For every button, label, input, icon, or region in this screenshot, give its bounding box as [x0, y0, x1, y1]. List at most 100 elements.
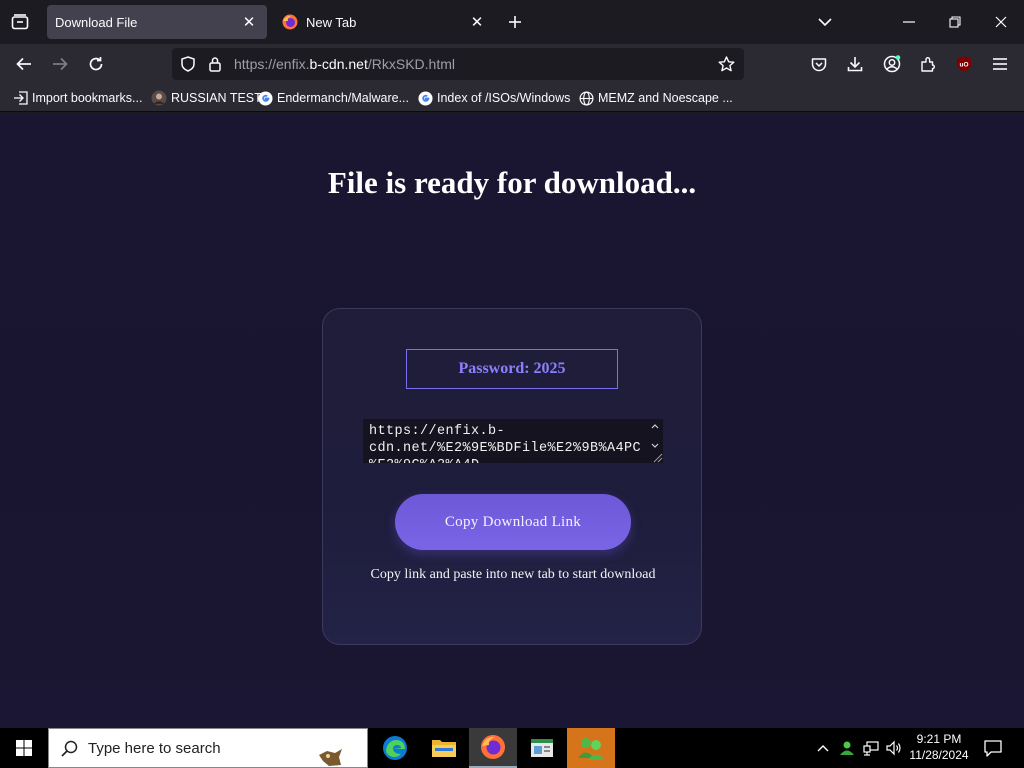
shield-icon[interactable] [180, 56, 196, 72]
navigation-bar: https://enfix.b-cdn.net/RkxSKD.html uO [0, 44, 1024, 84]
ublock-icon: uO [957, 56, 971, 72]
ublock-button[interactable]: uO [948, 48, 980, 80]
folder-icon [432, 740, 456, 757]
bookmark-label: Endermanch/Malware... [277, 91, 410, 105]
url-path: /RkxSKD.html [367, 56, 455, 72]
close-icon[interactable]: ✕ [465, 10, 489, 34]
svg-text:uO: uO [959, 62, 968, 69]
notifications-button[interactable] [976, 728, 1010, 768]
minimize-button[interactable] [886, 0, 932, 44]
google-icon [257, 90, 273, 106]
reload-button[interactable] [80, 48, 112, 80]
downloads-button[interactable] [839, 48, 871, 80]
url-prefix: https://enfix. [234, 56, 310, 72]
forward-button[interactable] [44, 48, 76, 80]
tray-user-app[interactable] [836, 728, 858, 768]
account-icon [883, 55, 901, 73]
notification-icon [984, 739, 1002, 757]
taskbar-users-app[interactable] [567, 728, 615, 768]
address-bar[interactable]: https://enfix.b-cdn.net/RkxSKD.html [172, 48, 744, 80]
download-card: Password: 2025 Copy Download Link Copy l… [322, 308, 702, 645]
bookmark-label: Import bookmarks... [32, 91, 143, 105]
tab-strip: Download File ✕ New Tab ✕ [0, 0, 1024, 44]
bookmark-import[interactable]: Import bookmarks... [12, 89, 142, 107]
textarea-scrollbar[interactable] [647, 419, 663, 463]
bookmark-endermanch[interactable]: Endermanch/Malware... [257, 89, 409, 107]
search-placeholder: Type here to search [88, 739, 221, 757]
list-all-tabs-button[interactable] [802, 0, 848, 44]
volume-icon [886, 740, 901, 756]
tray-network[interactable] [860, 728, 882, 768]
page-content: File is ready for download... Password: … [0, 113, 1024, 728]
star-icon[interactable] [718, 56, 735, 72]
user-tray-icon [840, 741, 854, 755]
url-text[interactable]: https://enfix.b-cdn.net/RkxSKD.html [234, 56, 455, 72]
download-link-textarea[interactable] [363, 419, 663, 463]
windows-logo-icon [16, 740, 32, 756]
bookmark-label: MEMZ and Noescape ... [598, 91, 733, 105]
password-label: Password: 2025 [406, 349, 618, 389]
tab-list-button[interactable] [0, 4, 40, 40]
bookmark-memz[interactable]: MEMZ and Noescape ... [578, 89, 733, 107]
google-icon [417, 90, 433, 106]
url-host: b-cdn.net [309, 56, 368, 72]
hamburger-icon [993, 58, 1007, 70]
plus-icon [509, 16, 521, 28]
reload-icon [89, 57, 103, 71]
taskbar-edge[interactable] [371, 728, 419, 768]
windows-taskbar: Type here to search 9:21 PM 11/28/2024 [0, 728, 1024, 768]
close-icon [995, 16, 1007, 28]
network-icon [863, 741, 879, 756]
pocket-button[interactable] [803, 48, 835, 80]
firefox-icon [481, 735, 505, 759]
copy-download-link-button[interactable]: Copy Download Link [395, 494, 631, 550]
puzzle-icon [920, 56, 935, 72]
bookmark-index-isos[interactable]: Index of /ISOs/Windows [417, 89, 570, 107]
minimize-icon [903, 21, 915, 23]
tab-label: Download File [55, 14, 138, 30]
close-window-button[interactable] [978, 0, 1024, 44]
bookmark-russian-test[interactable]: RUSSIAN TEST [151, 89, 262, 107]
extensions-button[interactable] [912, 48, 944, 80]
page-title: File is ready for download... [327, 165, 697, 200]
tray-volume[interactable] [883, 728, 905, 768]
instruction-text: Copy link and paste into new tab to star… [370, 567, 656, 582]
import-icon [12, 90, 28, 106]
bookmarks-toolbar: Import bookmarks... RUSSIAN TEST Enderma… [0, 84, 1024, 112]
download-icon [847, 57, 863, 72]
start-button[interactable] [0, 728, 48, 768]
chevron-down-icon [818, 18, 832, 26]
users-icon [578, 738, 604, 760]
pocket-icon [811, 57, 827, 71]
clock-date: 11/28/2024 [909, 748, 969, 762]
forward-arrow-icon [53, 57, 68, 71]
tab-label: New Tab [306, 14, 357, 30]
account-button[interactable] [876, 48, 908, 80]
search-icon [61, 740, 78, 757]
taskbar-search-box[interactable]: Type here to search [48, 728, 368, 768]
firefox-icon [282, 14, 298, 30]
avatar-icon [151, 90, 167, 106]
lock-icon[interactable] [208, 56, 222, 72]
edge-icon [383, 736, 407, 760]
back-button[interactable] [8, 48, 40, 80]
chevron-up-icon [817, 744, 829, 751]
menu-button[interactable] [984, 48, 1016, 80]
restore-icon [949, 16, 961, 28]
back-arrow-icon [16, 57, 31, 71]
window-app-icon [531, 739, 553, 757]
taskbar-app-window[interactable] [518, 728, 566, 768]
tab-download-file[interactable]: Download File ✕ [47, 5, 267, 39]
tab-new-tab[interactable]: New Tab ✕ [275, 5, 495, 39]
taskbar-firefox[interactable] [469, 728, 517, 768]
taskbar-clock[interactable]: 9:21 PM 11/28/2024 [906, 731, 972, 763]
bookmark-label: RUSSIAN TEST [171, 91, 262, 105]
tab-list-icon [11, 14, 29, 30]
tray-overflow-button[interactable] [812, 728, 834, 768]
globe-icon [578, 90, 594, 106]
taskbar-file-explorer[interactable] [420, 728, 468, 768]
search-highlight-icon [319, 749, 342, 766]
restore-button[interactable] [932, 0, 978, 44]
new-tab-button[interactable] [502, 8, 528, 36]
close-icon[interactable]: ✕ [237, 10, 261, 34]
